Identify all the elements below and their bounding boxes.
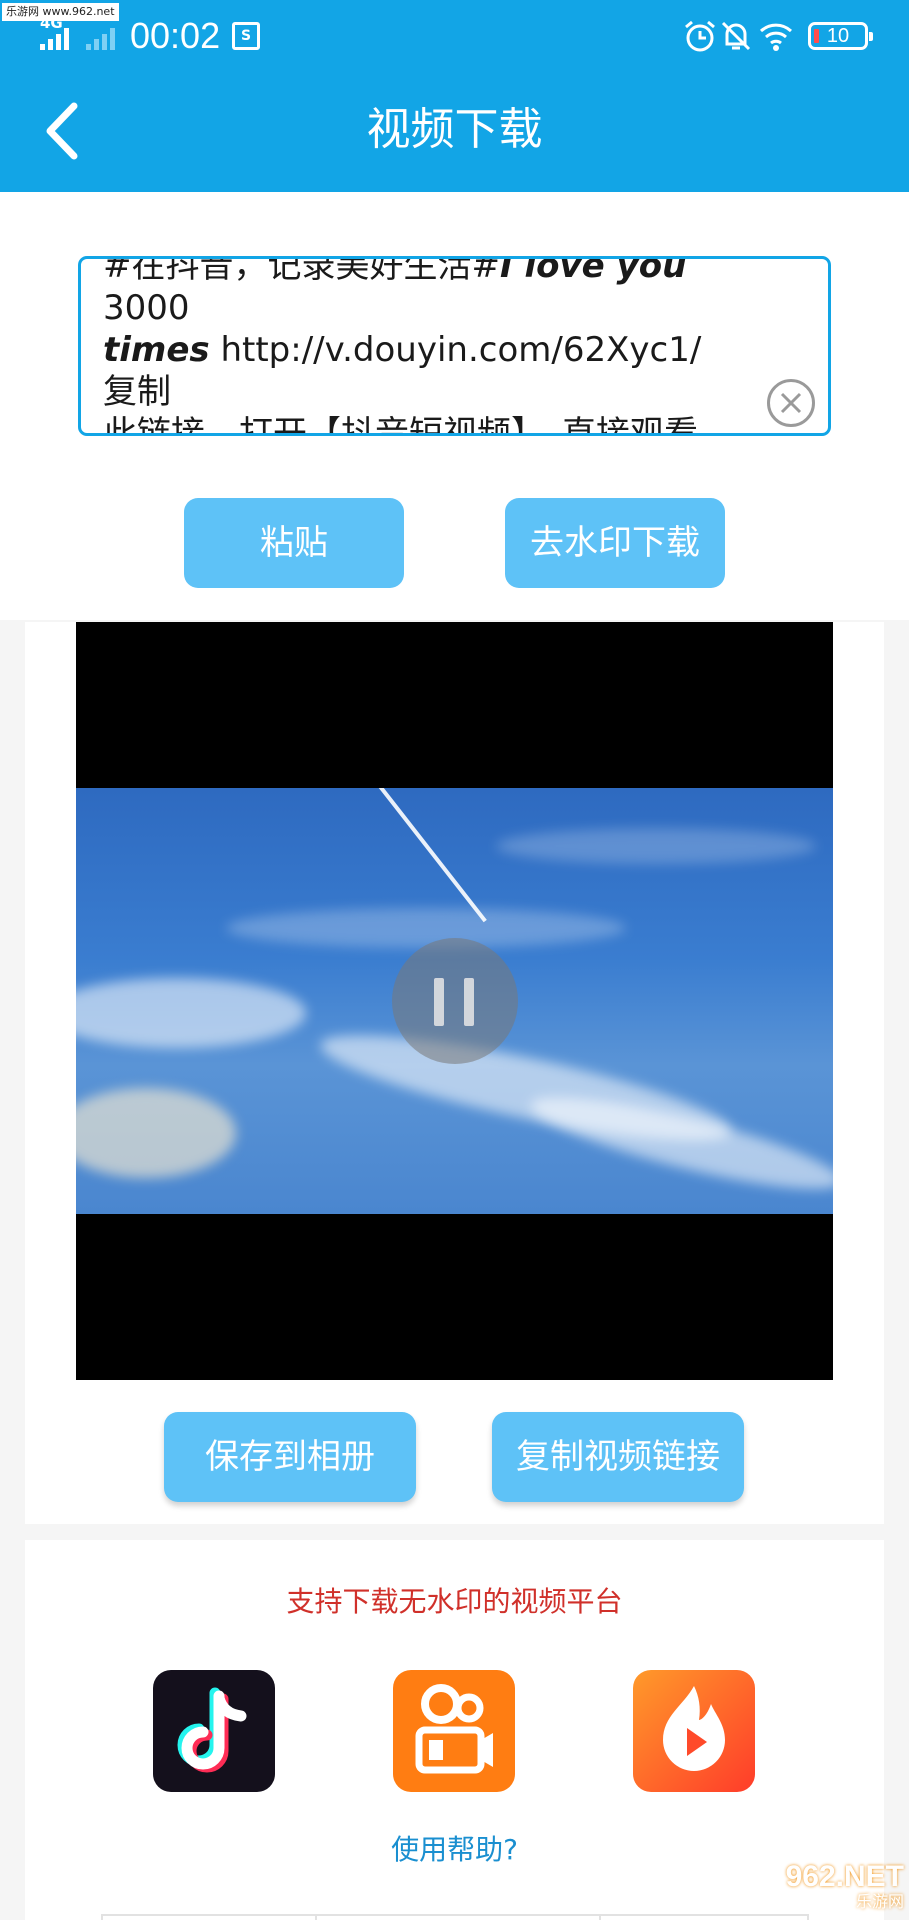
link-input-section: #在抖音，记录美好生活#I love you 3000 times http://… bbox=[0, 192, 909, 620]
contrail bbox=[372, 788, 487, 923]
remove-watermark-download-button[interactable]: 去水印下载 bbox=[505, 498, 725, 588]
share-text-line: 此链接，打开【抖音短视频】，直接观看 bbox=[103, 413, 743, 436]
signal-strength-icon bbox=[40, 28, 115, 50]
douyin-app-icon[interactable] bbox=[153, 1670, 275, 1792]
share-text-line: #在抖音，记录美好生活#I love you 3000 bbox=[103, 256, 743, 329]
supported-platforms-card: 支持下载无水印的视频平台 使用帮助? bbox=[25, 1540, 884, 1920]
video-preview-card: 保存到相册 复制视频链接 bbox=[25, 622, 884, 1524]
help-link[interactable]: 使用帮助? bbox=[25, 1830, 884, 1870]
paste-button[interactable]: 粘贴 bbox=[184, 498, 404, 588]
huoshan-app-icon[interactable] bbox=[633, 1670, 755, 1792]
pause-button[interactable] bbox=[392, 938, 518, 1064]
video-download-screen: 乐游网 www.962.net 4G 00:02 S 10 视频下载 #在抖音，… bbox=[0, 0, 909, 1920]
battery-level: 10 bbox=[826, 25, 850, 47]
site-logo-watermark: 962.NET 乐游网 bbox=[768, 1862, 904, 1916]
wifi-icon bbox=[759, 23, 793, 51]
copy-video-link-button[interactable]: 复制视频链接 bbox=[492, 1412, 744, 1502]
share-link-input[interactable]: #在抖音，记录美好生活#I love you 3000 times http://… bbox=[78, 256, 831, 436]
watermark-name: 乐游网 bbox=[855, 1892, 904, 1911]
video-player[interactable] bbox=[76, 622, 833, 1380]
page-title: 视频下载 bbox=[366, 104, 543, 155]
app-bar: 乐游网 www.962.net 4G 00:02 S 10 视频下载 bbox=[0, 0, 909, 192]
share-text-run: I love you bbox=[499, 256, 687, 286]
tab-stub bbox=[315, 1914, 607, 1920]
pause-icon bbox=[434, 978, 444, 1026]
share-text-run: #在抖音，记录美好生活# bbox=[103, 256, 500, 286]
share-text-run: 此链接，打开【抖音短视频】，直接观看 bbox=[103, 414, 698, 436]
close-icon bbox=[780, 392, 802, 414]
share-text-run: times bbox=[103, 330, 210, 370]
platforms-heading: 支持下载无水印的视频平台 bbox=[286, 1585, 623, 1618]
alarm-clock-icon bbox=[685, 20, 715, 52]
kuaishou-app-icon[interactable] bbox=[393, 1670, 515, 1792]
share-text-line: times http://v.douyin.com/62Xyc1/ 复制 bbox=[103, 329, 743, 413]
status-time: 00:02 bbox=[130, 15, 221, 56]
battery-icon: 10 bbox=[808, 22, 873, 50]
watermark-brand: 962.NET bbox=[785, 1860, 904, 1893]
save-to-album-button[interactable]: 保存到相册 bbox=[164, 1412, 416, 1502]
tab-stub bbox=[101, 1914, 323, 1920]
notification-icon: S bbox=[232, 22, 260, 50]
status-bar: 乐游网 www.962.net 4G 00:02 S 10 bbox=[0, 0, 909, 72]
share-link-text: #在抖音，记录美好生活#I love you 3000 times http://… bbox=[103, 256, 743, 436]
silent-bell-icon bbox=[721, 21, 751, 51]
clear-text-button[interactable] bbox=[767, 379, 815, 427]
